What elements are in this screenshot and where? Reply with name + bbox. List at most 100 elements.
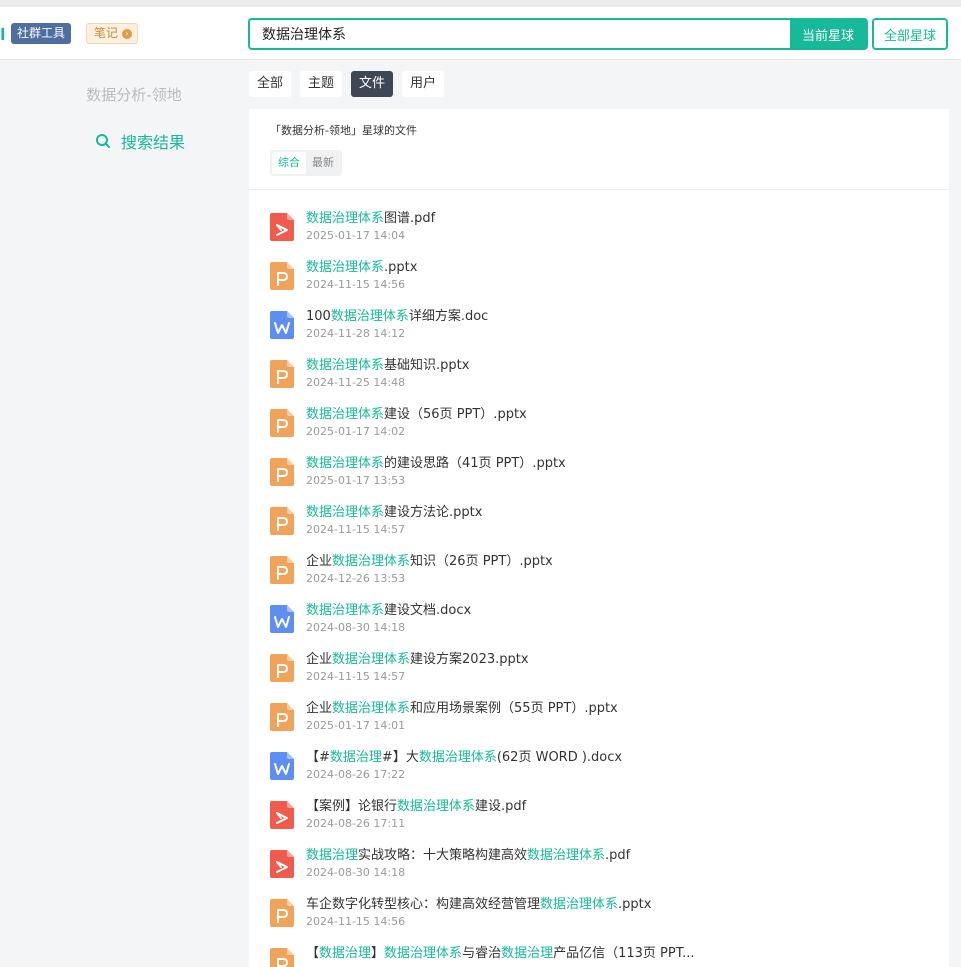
keyword-highlight: 数据治理体系 [332,652,411,667]
file-name-link[interactable]: 企业数据治理体系知识（26页 PPT）.pptx [306,553,553,570]
community-tools-tag[interactable]: 社群工具 [11,23,72,44]
search-current-planet-button[interactable]: 当前星球 [790,20,866,48]
file-name-link[interactable]: 数据治理体系基础知识.pptx [306,357,469,374]
panel-subtitle: 「数据分析-领地」星球的文件 [270,124,417,137]
file-text: 100数据治理体系详细方案.doc 2024-11-28 14:12 [306,308,488,341]
file-name-link[interactable]: 数据治理体系图谱.pdf [306,210,435,227]
file-name-text: 基础知识.pptx [384,358,470,373]
ppt-file-icon [270,654,294,682]
file-name-link[interactable]: 数据治理体系建设（56页 PPT）.pptx [306,406,527,423]
file-date: 2024-08-26 17:11 [306,817,406,830]
file-name-link[interactable]: 数据治理体系.pptx [306,259,417,276]
file-name-text: 建设方法论.pptx [384,505,483,520]
file-name-text: 图谱.pdf [384,211,436,226]
file-name-link[interactable]: 【数据治理】数据治理体系与睿治数据治理产品亿信（113页 PPT... [306,945,695,962]
sidebar-item-search-results[interactable]: 搜索结果 [95,129,185,153]
file-date: 2024-08-30 14:18 [306,621,406,634]
file-name-text: 的建设思路（41页 PPT）.pptx [384,456,566,471]
file-list-item[interactable]: 企业数据治理体系建设方案2023.pptx 2024-11-15 14:57 [270,651,949,700]
keyword-highlight: 数据治理体系 [306,358,385,373]
file-name-link[interactable]: 企业数据治理体系建设方案2023.pptx [306,651,529,668]
sort-comprehensive-button[interactable]: 综合 [272,152,306,174]
file-name-link[interactable]: 数据治理体系建设文档.docx [306,602,471,619]
sort-latest-button[interactable]: 最新 [306,152,340,174]
file-name-text: (62页 WORD ).docx [496,750,623,765]
file-name-link[interactable]: 数据治理体系建设方法论.pptx [306,504,482,521]
file-list-item[interactable]: 企业数据治理体系知识（26页 PPT）.pptx 2024-12-26 13:53 [270,553,949,602]
file-name-text: 建设（56页 PPT）.pptx [384,407,527,422]
file-name-link[interactable]: 数据治理实战攻略：十大策略构建高效数据治理体系.pdf [306,847,630,864]
file-name-text: 【案例】论银行 [306,799,398,814]
file-name-text: 建设.pdf [475,799,527,814]
file-list-item[interactable]: 【数据治理】数据治理体系与睿治数据治理产品亿信（113页 PPT... [270,945,949,967]
notes-tag[interactable]: 笔记 › [86,23,139,44]
file-date: 2024-11-15 14:56 [306,915,406,928]
file-text: 企业数据治理体系知识（26页 PPT）.pptx 2024-12-26 13:53 [306,553,553,586]
file-date: 2024-11-28 14:12 [306,327,406,340]
group-name: 数据分析-领地 [86,86,182,104]
tab-all[interactable]: 全部 [249,71,292,97]
file-name-link[interactable]: 车企数字化转型核心：构建高效经营管理数据治理体系.pptx [306,896,651,913]
doc-file-icon [270,752,294,780]
file-text: 企业数据治理体系建设方案2023.pptx 2024-11-15 14:57 [306,651,529,684]
file-list-item[interactable]: 数据治理体系建设（56页 PPT）.pptx 2025-01-17 14:02 [270,406,949,455]
file-name-text: 建设方案2023.pptx [410,652,529,667]
file-text: 数据治理体系图谱.pdf 2025-01-17 14:04 [306,210,435,243]
file-text: 【#数据治理#】大数据治理体系(62页 WORD ).docx 2024-08-2… [306,749,622,782]
keyword-highlight: 数据治理 [319,946,372,961]
ppt-file-icon [270,703,294,731]
keyword-highlight: 数据治理体系 [306,407,385,422]
pdf-file-icon [270,850,294,878]
pdf-file-icon [270,801,294,829]
file-list-item[interactable]: 数据治理实战攻略：十大策略构建高效数据治理体系.pdf 2024-08-30 14… [270,847,949,896]
file-list-item[interactable]: 【#数据治理#】大数据治理体系(62页 WORD ).docx 2024-08-2… [270,749,949,798]
file-list-item[interactable]: 数据治理体系.pptx 2024-11-15 14:56 [270,259,949,308]
file-name-text: 与睿治 [462,946,502,961]
keyword-highlight: 数据治理体系 [306,603,385,618]
file-list-item[interactable]: 【案例】论银行数据治理体系建设.pdf 2024-08-26 17:11 [270,798,949,847]
file-name-link[interactable]: 【案例】论银行数据治理体系建设.pdf [306,798,526,815]
search-input[interactable] [250,20,790,48]
search-box: 当前星球 [248,18,868,50]
keyword-highlight: 数据治理体系 [540,897,619,912]
file-name-link[interactable]: 【#数据治理#】大数据治理体系(62页 WORD ).docx [306,749,622,766]
search-all-planets-button[interactable]: 全部星球 [872,18,948,50]
file-name-text: 【# [306,750,330,765]
keyword-highlight: 数据治理体系 [306,211,385,226]
keyword-highlight: 数据治理体系 [306,260,385,275]
tab-topics[interactable]: 主题 [300,71,343,97]
file-text: 数据治理体系的建设思路（41页 PPT）.pptx 2025-01-17 13:5… [306,455,566,488]
file-name-link[interactable]: 100数据治理体系详细方案.doc [306,308,488,325]
keyword-highlight: 数据治理体系 [306,505,385,520]
file-name-text: .pptx [618,897,652,912]
file-text: 车企数字化转型核心：构建高效经营管理数据治理体系.pptx 2024-11-15 … [306,896,651,929]
file-list-item[interactable]: 数据治理体系建设方法论.pptx 2024-11-15 14:57 [270,504,949,553]
keyword-highlight: 数据治理 [329,750,382,765]
file-list-item[interactable]: 车企数字化转型核心：构建高效经营管理数据治理体系.pptx 2024-11-15 … [270,896,949,945]
file-text: 数据治理体系基础知识.pptx 2024-11-25 14:48 [306,357,469,390]
file-date: 2024-11-15 14:56 [306,278,406,291]
tab-files[interactable]: 文件 [351,71,394,97]
file-list-item[interactable]: 企业数据治理体系和应用场景案例（55页 PPT）.pptx 2025-01-17 … [270,700,949,749]
file-list-item[interactable]: 数据治理体系的建设思路（41页 PPT）.pptx 2025-01-17 13:5… [270,455,949,504]
file-name-text: .pptx [384,260,418,275]
keyword-highlight: 数据治理体系 [330,309,409,324]
file-name-text: 实战攻略：十大策略构建高效 [358,848,528,863]
file-name-text: 100 [306,309,331,324]
file-list-item[interactable]: 数据治理体系基础知识.pptx 2024-11-25 14:48 [270,357,949,406]
file-date: 2024-11-25 14:48 [306,376,406,389]
file-name-link[interactable]: 数据治理体系的建设思路（41页 PPT）.pptx [306,455,566,472]
file-text: 【案例】论银行数据治理体系建设.pdf 2024-08-26 17:11 [306,798,526,831]
file-name-text: 车企数字化转型核心：构建高效经营管理 [306,897,541,912]
file-date: 2025-01-17 14:02 [306,425,406,438]
file-name-link[interactable]: 企业数据治理体系和应用场景案例（55页 PPT）.pptx [306,700,618,717]
file-list-item[interactable]: 数据治理体系建设文档.docx 2024-08-30 14:18 [270,602,949,651]
file-name-text: 企业 [306,701,333,716]
file-date: 2024-11-15 14:57 [306,523,406,536]
file-list-item[interactable]: 100数据治理体系详细方案.doc 2024-11-28 14:12 [270,308,949,357]
tab-users[interactable]: 用户 [402,71,445,97]
file-name-text: 建设文档.docx [384,603,472,618]
search-icon [96,134,110,148]
file-date: 2024-11-15 14:57 [306,670,406,683]
file-list-item[interactable]: 数据治理体系图谱.pdf 2025-01-17 14:04 [270,210,949,259]
